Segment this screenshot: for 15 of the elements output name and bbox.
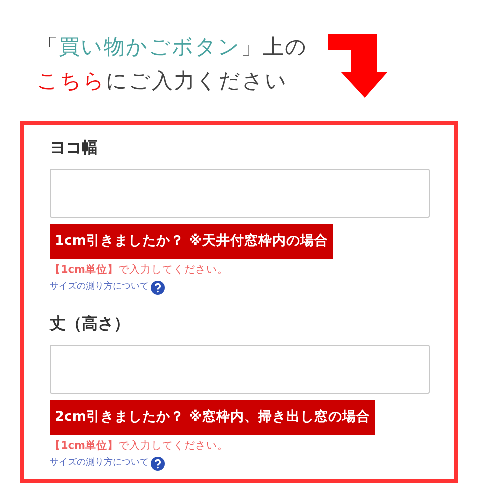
input-field[interactable] [50,169,430,218]
hint-text: 【1cm単位】で入力してください。 [50,263,230,277]
field-label: ヨコ幅 [50,137,99,159]
down-arrow-icon [328,34,388,98]
heading-line: こちら にご入力ください [37,68,288,95]
help-icon[interactable] [151,281,165,295]
hint-text: 【1cm単位】で入力してください。 [50,439,230,453]
notice-banner: 2cm引きましたか？ ※窓枠内、掃き出し窓の場合 [50,400,376,435]
heading-line: 「買い物かごボタン」上の [37,34,308,61]
measure-link[interactable]: サイズの測り方について [50,457,149,471]
input-field[interactable] [50,345,430,394]
measure-link[interactable]: サイズの測り方について [50,281,149,295]
notice-banner: 1cm引きましたか？ ※天井付窓枠内の場合 [50,224,334,259]
help-icon[interactable] [151,457,165,471]
field-label: 丈（高さ） [50,313,131,335]
